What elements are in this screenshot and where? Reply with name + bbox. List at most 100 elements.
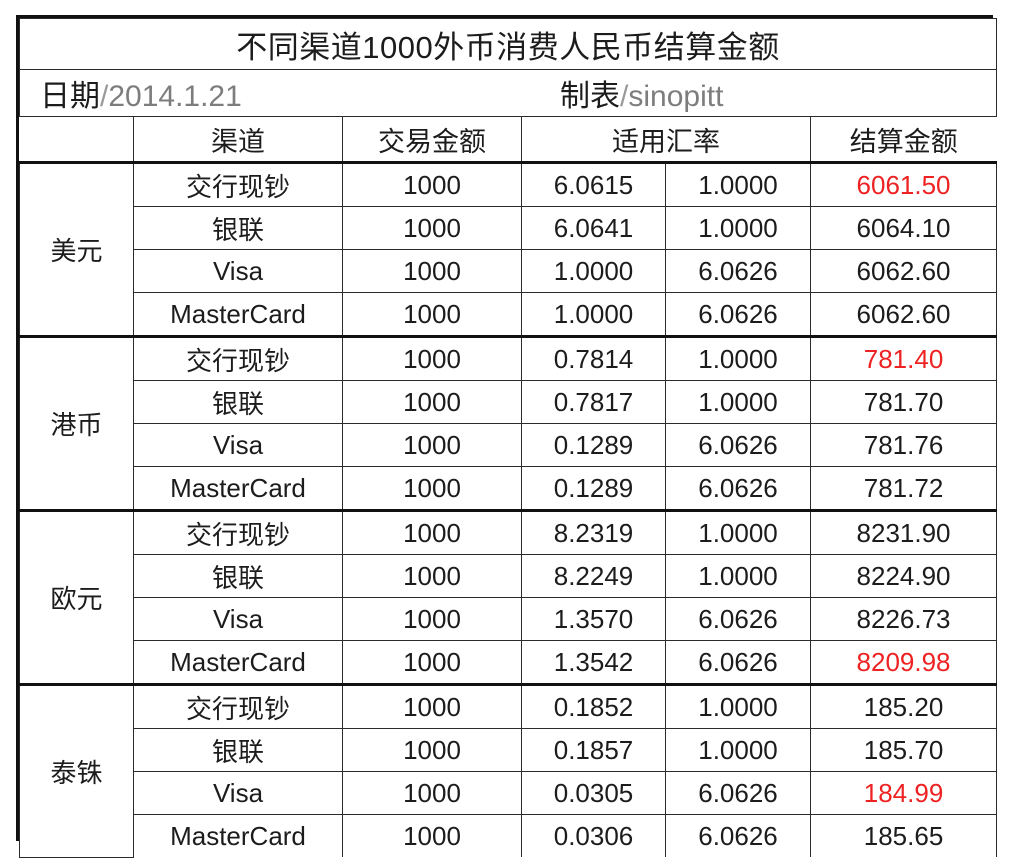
rate2-cell: 6.0626 [665,292,811,338]
channel-cell: 交行现钞 [133,161,343,207]
rate2-cell: 1.0000 [665,380,811,424]
settlement-cell: 781.72 [809,466,998,512]
settlement-cell: 8226.73 [809,597,998,641]
rate2-cell: 6.0626 [665,814,811,857]
rate1-cell: 0.1852 [521,683,666,729]
channel-cell: MasterCard [133,292,343,338]
header-settlement: 结算金额 [809,116,997,164]
settlement-cell: 6062.60 [809,249,998,293]
currency-label-usd: 美元 [19,161,134,337]
header-channel: 渠道 [133,116,343,164]
rate2-cell: 1.0000 [665,683,811,729]
amount-cell: 1000 [342,509,522,555]
rate2-cell: 1.0000 [665,161,811,207]
table-body: 不同渠道1000外币消费人民币结算金额 日期/2014.1.21 制表/sino… [18,18,998,858]
amount-cell: 1000 [342,683,522,729]
exchange-rate-table: 不同渠道1000外币消费人民币结算金额 日期/2014.1.21 制表/sino… [18,18,998,858]
header-currency [19,116,134,164]
settlement-cell: 6061.50 [809,161,998,207]
author-field: 制表/sinopitt [560,71,723,115]
spreadsheet-sheet: 不同渠道1000外币消费人民币结算金额 日期/2014.1.21 制表/sino… [16,15,998,858]
rate1-cell: 0.7817 [521,380,666,424]
channel-cell: 交行现钞 [133,335,343,381]
settlement-cell: 781.76 [809,423,998,467]
page-title: 不同渠道1000外币消费人民币结算金额 [18,18,998,70]
rate2-cell: 1.0000 [665,728,811,772]
settlement-cell: 185.65 [809,814,998,857]
table-row: 泰铢 交行现钞 1000 0.1852 1.0000 185.20 [19,683,998,858]
rate1-cell: 6.0615 [521,161,666,207]
header-rate: 适用汇率 [521,116,811,164]
amount-cell: 1000 [342,640,522,686]
rate2-cell: 6.0626 [665,249,811,293]
settlement-cell: 185.20 [809,683,998,729]
channel-cell: 银联 [133,380,343,424]
rate1-cell: 1.3570 [521,597,666,641]
settlement-cell: 781.40 [809,335,998,381]
table-row: 港币 交行现钞 1000 0.7814 1.0000 781.40 [19,335,998,511]
settlement-cell: 6062.60 [809,292,998,338]
currency-label-hkd: 港币 [19,335,134,511]
rate2-cell: 1.0000 [665,554,811,598]
rate1-cell: 0.1289 [521,423,666,467]
currency-label-eur: 欧元 [19,509,134,685]
rate1-cell: 1.0000 [521,249,666,293]
amount-cell: 1000 [342,771,522,815]
channel-cell: 银联 [133,728,343,772]
rate1-cell: 8.2319 [521,509,666,555]
meta-row: 日期/2014.1.21 制表/sinopitt [18,69,998,117]
channel-cell: MasterCard [133,466,343,512]
rate2-cell: 6.0626 [665,466,811,512]
amount-cell: 1000 [342,161,522,207]
channel-cell: 交行现钞 [133,683,343,729]
rate1-cell: 0.1289 [521,466,666,512]
rate1-cell: 1.3542 [521,640,666,686]
header-amount: 交易金额 [342,116,522,164]
rate1-cell: 0.7814 [521,335,666,381]
rate1-cell: 0.0305 [521,771,666,815]
table-row: 欧元 交行现钞 1000 8.2319 1.0000 8231.90 [19,509,998,685]
table-row: Visa 1000 0.0305 6.0626 184.99 [20,771,998,815]
table-row: Visa 1000 1.3570 6.0626 8226.73 [20,597,998,641]
channel-cell: Visa [133,597,343,641]
date-label: 日期 [40,80,100,113]
channel-cell: MasterCard [133,640,343,686]
table-row: MasterCard 1000 1.3542 6.0626 8209.98 [20,640,998,686]
table-row: MasterCard 1000 0.1289 6.0626 781.72 [20,466,998,512]
settlement-cell: 8224.90 [809,554,998,598]
meta-cell: 日期/2014.1.21 制表/sinopitt [18,69,998,117]
currency-label-thb: 泰铢 [19,683,134,858]
amount-cell: 1000 [342,814,522,857]
table-row: Visa 1000 0.1289 6.0626 781.76 [20,423,998,467]
amount-cell: 1000 [342,206,522,250]
rate2-cell: 6.0626 [665,640,811,686]
rate1-cell: 0.1857 [521,728,666,772]
channel-cell: 银联 [133,206,343,250]
amount-cell: 1000 [342,554,522,598]
author-value: sinopitt [628,80,724,113]
amount-cell: 1000 [342,466,522,512]
channel-cell: Visa [133,771,343,815]
channel-cell: Visa [133,249,343,293]
rate1-cell: 1.0000 [521,292,666,338]
table-row: 美元 交行现钞 1000 6.0615 1.0000 6061.50 [19,161,998,337]
settlement-cell: 185.70 [809,728,998,772]
table-row: 银联 1000 6.0641 1.0000 6064.10 [20,206,998,250]
amount-cell: 1000 [342,728,522,772]
author-label: 制表 [560,80,620,113]
table-row: 银联 1000 0.1857 1.0000 185.70 [20,728,998,772]
channel-cell: 银联 [133,554,343,598]
rate1-cell: 6.0641 [521,206,666,250]
header-row: 渠道 交易金额 适用汇率 结算金额 [19,116,997,164]
rate1-cell: 0.0306 [521,814,666,857]
table-row: MasterCard 1000 1.0000 6.0626 6062.60 [20,292,998,338]
title-row: 不同渠道1000外币消费人民币结算金额 [18,18,998,70]
rate2-cell: 1.0000 [665,509,811,555]
rate2-cell: 1.0000 [665,206,811,250]
amount-cell: 1000 [342,597,522,641]
amount-cell: 1000 [342,249,522,293]
amount-cell: 1000 [342,292,522,338]
settlement-cell: 8209.98 [809,640,998,686]
table-row: MasterCard 1000 0.0306 6.0626 185.65 [20,814,998,857]
channel-cell: Visa [133,423,343,467]
